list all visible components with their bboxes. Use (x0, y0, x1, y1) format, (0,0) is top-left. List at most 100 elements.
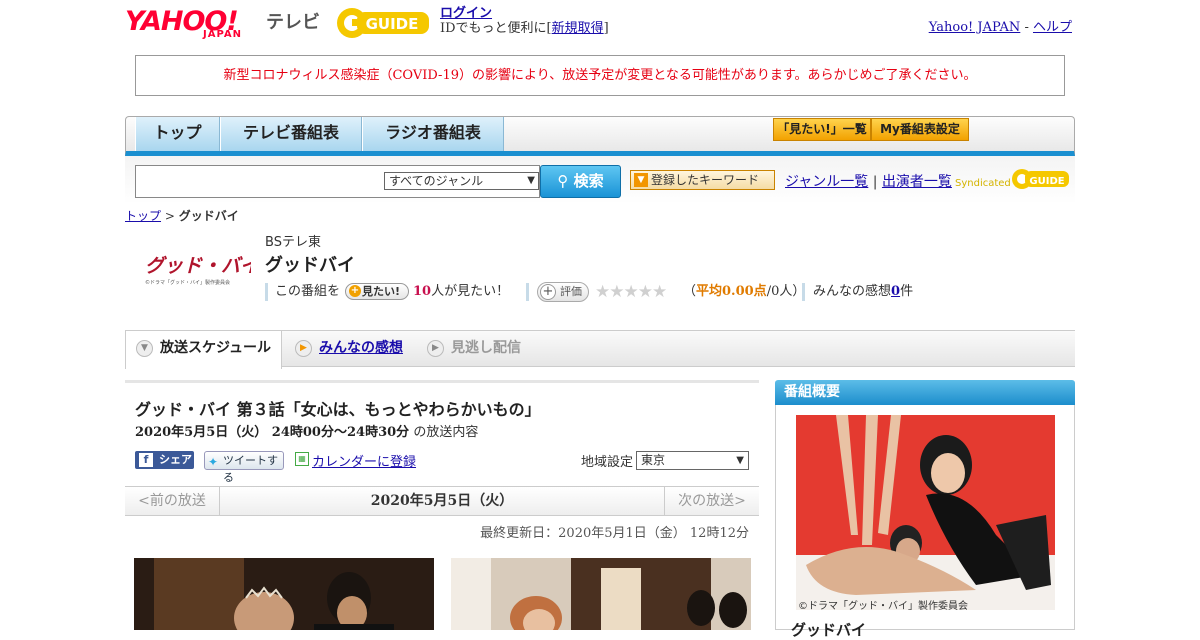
tab-missed-streaming[interactable]: ▶ 見逃し配信 (417, 331, 547, 367)
breadcrumb: トップ > グッドバイ (125, 207, 239, 224)
search-button-label: 検索 (573, 172, 604, 190)
last-updated: 最終更新日：2020年5月1日（金） 12時12分 (480, 526, 749, 541)
tv-label[interactable]: テレビ (266, 8, 320, 34)
rating-open-paren: （ (683, 284, 697, 299)
search-link-separator: | (872, 174, 878, 190)
chevron-down-icon: ▼ (136, 340, 153, 357)
plus-icon: + (349, 285, 361, 297)
svg-text:GUIDE: GUIDE (366, 15, 419, 33)
mitai-prefix: この番組を (275, 284, 341, 299)
next-broadcast-link[interactable]: 次の放送> (664, 487, 759, 515)
prev-broadcast-link[interactable]: <前の放送 (125, 487, 220, 515)
episode-date: 2020年5月5日（火） 24時00分～24時30分 の放送内容 (135, 421, 478, 440)
episode-panel: グッド・バイ 第３話「女心は、もっとやわらかいもの」 2020年5月5日（火） … (125, 380, 759, 486)
nav-tab-top[interactable]: トップ (135, 117, 220, 151)
mitai-suffix: 人が見たい！ (431, 284, 510, 299)
nav-tab-tv-schedule[interactable]: テレビ番組表 (220, 117, 362, 151)
mitai-count: 10 (413, 284, 432, 299)
genre-select-value: すべてのジャンル (389, 174, 484, 188)
header: YAHOO! JAPAN テレビ GUIDE ログイン IDでもっと便利に[新規… (125, 0, 1075, 50)
search-button[interactable]: ⚲ 検索 (540, 165, 621, 198)
impressions-suffix: 件 (900, 284, 914, 299)
current-broadcast-date: 2020年5月5日（火） (370, 493, 514, 509)
program-logo-text: グッド・バイ (145, 255, 251, 277)
tweet-label: ツイートする (223, 454, 278, 484)
gguide-logo[interactable]: GUIDE (335, 6, 431, 40)
program-key-visual (796, 415, 1055, 610)
mitai-list-button[interactable]: 「見たい!」一覧 (773, 118, 871, 141)
registered-keyword-button[interactable]: ▼ 登録したキーワード (630, 170, 775, 190)
covid-notice: 新型コロナウィルス感染症（COVID-19）の影響により、放送予定が変更となる可… (135, 55, 1065, 96)
yahoo-japan-link[interactable]: Yahoo! JAPAN (929, 20, 1021, 35)
cast-list-link[interactable]: 出演者一覧 (882, 174, 952, 190)
signup-link[interactable]: 新規取得 (552, 21, 604, 36)
calendar-register-label: カレンダーに登録 (312, 455, 417, 470)
search-row: すべてのジャンル ▼ ⚲ 検索 ▼ 登録したキーワード ジャンル一覧 | 出演者… (125, 156, 1075, 204)
tab-impressions-label: みんなの感想 (319, 340, 403, 356)
search-icon: ⚲ (557, 172, 569, 190)
tab-broadcast-schedule[interactable]: ▼ 放送スケジュール (125, 331, 282, 369)
login-hint-prefix: IDでもっと便利に[ (440, 21, 552, 36)
breadcrumb-top-link[interactable]: トップ (125, 209, 161, 223)
mitai-button-label: 見たい! (362, 285, 401, 298)
program-overview-panel: ©ドラマ「グッド・バイ」製作委員会 グッドバイ (775, 405, 1075, 639)
broadcast-pager: <前の放送 2020年5月5日（火） 次の放送> (125, 486, 759, 516)
mitai-button[interactable]: + 見たい! (345, 283, 409, 300)
plus-icon: + (540, 284, 556, 300)
facebook-share-button[interactable]: f シェア (135, 451, 194, 469)
login-box: ログイン IDでもっと便利に[新規取得] (440, 6, 609, 36)
divider (265, 283, 268, 301)
triangle-down-icon: ▼ (634, 173, 648, 187)
episode-title: グッド・バイ 第３話「女心は、もっとやわらかいもの」 (135, 400, 541, 419)
play-icon: ▶ (295, 340, 312, 357)
episode-date-suffix: の放送内容 (413, 425, 479, 440)
breadcrumb-separator: > (161, 209, 179, 223)
search-links: ジャンル一覧 | 出演者一覧 (785, 171, 952, 191)
program-overview-heading: 番組概要 (775, 380, 1075, 405)
channel-name: BSテレ東 (265, 235, 321, 250)
program-logo: グッド・バイ ©ドラマ「グッド・バイ」製作委員会 (145, 255, 251, 286)
my-schedule-settings-button[interactable]: My番組表設定 (871, 118, 969, 141)
impressions-count-link[interactable]: 0 (891, 284, 900, 299)
divider (802, 283, 805, 301)
genre-select[interactable]: すべてのジャンル ▼ (384, 172, 539, 190)
breadcrumb-current: グッドバイ (178, 209, 239, 223)
main-nav: トップ テレビ番組表 ラジオ番組表 「見たい!」一覧 My番組表設定 (125, 116, 1075, 156)
svg-text:GUIDE: GUIDE (1029, 176, 1064, 187)
calendar-register-link[interactable]: ▦ カレンダーに登録 (295, 451, 416, 470)
header-link-separator: - (1020, 20, 1033, 35)
divider (526, 283, 529, 301)
tweet-button[interactable]: ✦ ツイートする (204, 451, 284, 484)
help-link[interactable]: ヘルプ (1033, 20, 1072, 35)
program-logo-caption: ©ドラマ「グッド・バイ」製作委員会 (145, 279, 230, 286)
rate-button-label: 評価 (560, 285, 582, 298)
rate-button[interactable]: + 評価 (537, 282, 589, 302)
registered-keyword-label: 登録したキーワード (651, 173, 760, 187)
tab-broadcast-schedule-label: 放送スケジュール (160, 340, 272, 356)
calendar-icon: ▦ (295, 452, 309, 466)
region-select[interactable]: 東京 ▼ (636, 451, 749, 470)
facebook-share-label: シェア (159, 453, 192, 466)
genre-list-link[interactable]: ジャンル一覧 (785, 174, 868, 190)
login-hint-suffix: ] (603, 21, 609, 36)
episode-datetime: 2020年5月5日（火） 24時00分～24時30分 (135, 425, 410, 440)
tab-impressions[interactable]: ▶ みんなの感想 (285, 331, 415, 367)
region-label: 地域設定 (581, 455, 634, 470)
yahoo-japan-logo-sub: JAPAN (203, 29, 242, 40)
region-select-value: 東京 (641, 453, 666, 467)
tab-missed-streaming-label: 見逃し配信 (451, 340, 521, 356)
rating-stars-icon: ★★★★★ (595, 282, 667, 302)
impressions-label: みんなの感想 (813, 284, 892, 299)
play-icon: ▶ (427, 340, 444, 357)
syndicated-label: Syndicated (955, 178, 1011, 189)
login-link[interactable]: ログイン (440, 6, 492, 21)
nav-tab-radio-schedule[interactable]: ラジオ番組表 (362, 117, 504, 151)
program-tabs: ▼ 放送スケジュール ▶ みんなの感想 ▶ 見逃し配信 (125, 330, 1075, 369)
key-visual-credit: ©ドラマ「グッド・バイ」製作委員会 (798, 601, 968, 612)
program-title: グッドバイ (265, 255, 355, 276)
facebook-icon: f (139, 453, 153, 467)
header-links: Yahoo! JAPAN - ヘルプ (929, 16, 1072, 35)
syndicated-gguide-logo: Syndicated GUIDE (955, 169, 1069, 189)
twitter-bird-icon: ✦ (208, 455, 219, 469)
rating-average: 平均0.00点 (696, 284, 767, 299)
